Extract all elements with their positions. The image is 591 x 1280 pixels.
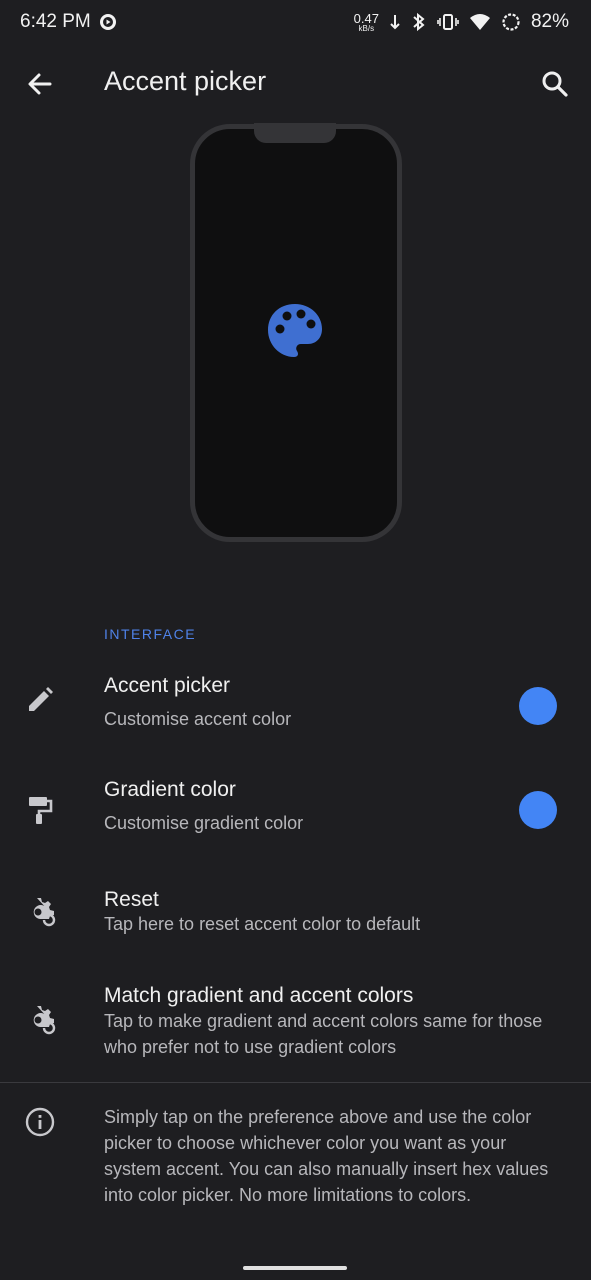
pref-summary: Tap here to reset accent color to defaul… <box>104 914 421 934</box>
divider <box>0 1082 591 1083</box>
section-header-interface: INTERFACE <box>104 626 197 642</box>
phone-notch <box>254 123 336 143</box>
settings-reset-icon <box>33 1006 56 1035</box>
pref-match-colors[interactable]: Match gradient and accent colors Tap to … <box>0 970 591 1074</box>
download-arrow-icon <box>390 15 400 30</box>
accent-preview <box>190 123 402 542</box>
net-speed: 0.47 kB/s <box>353 10 379 33</box>
pref-accent-picker[interactable]: Accent picker Customise accent color <box>0 660 591 752</box>
vibrate-icon <box>437 14 459 30</box>
page-title: Accent picker <box>104 66 267 96</box>
pref-summary: Tap to make gradient and accent colors s… <box>104 1011 543 1057</box>
pref-gradient-color[interactable]: Gradient color Customise gradient color <box>0 764 591 856</box>
wifi-icon <box>469 14 490 30</box>
battery-saver-icon <box>502 13 520 31</box>
info-text: Simply tap on the preference above and u… <box>104 1107 549 1205</box>
arrow-back-icon[interactable] <box>24 68 56 100</box>
battery-percent: 82% <box>530 11 569 32</box>
paint-roller-icon <box>29 797 53 824</box>
status-bar: 6:42 PM 0.47 kB/s 82% <box>0 0 591 44</box>
pref-title: Gradient color <box>104 778 236 801</box>
bluetooth-icon <box>413 12 425 32</box>
pref-title: Match gradient and accent colors <box>104 984 414 1007</box>
accent-color-swatch[interactable] <box>519 687 557 725</box>
media-icon <box>99 14 116 30</box>
status-time: 6:42 PM <box>20 11 91 32</box>
palette-icon <box>268 304 322 357</box>
info-icon <box>25 1107 55 1137</box>
pencil-icon <box>29 687 53 711</box>
pref-reset[interactable]: Reset Tap here to reset accent color to … <box>0 874 591 954</box>
pref-title: Accent picker <box>104 674 231 697</box>
pref-summary: Customise gradient color <box>104 813 304 833</box>
app-bar: Accent picker <box>0 44 591 124</box>
pref-summary: Customise accent color <box>104 709 292 729</box>
settings-reset-icon <box>33 898 56 927</box>
gradient-color-swatch[interactable] <box>519 791 557 829</box>
search-icon[interactable] <box>539 68 571 100</box>
pref-title: Reset <box>104 888 159 911</box>
gesture-nav-bar[interactable] <box>243 1266 347 1270</box>
